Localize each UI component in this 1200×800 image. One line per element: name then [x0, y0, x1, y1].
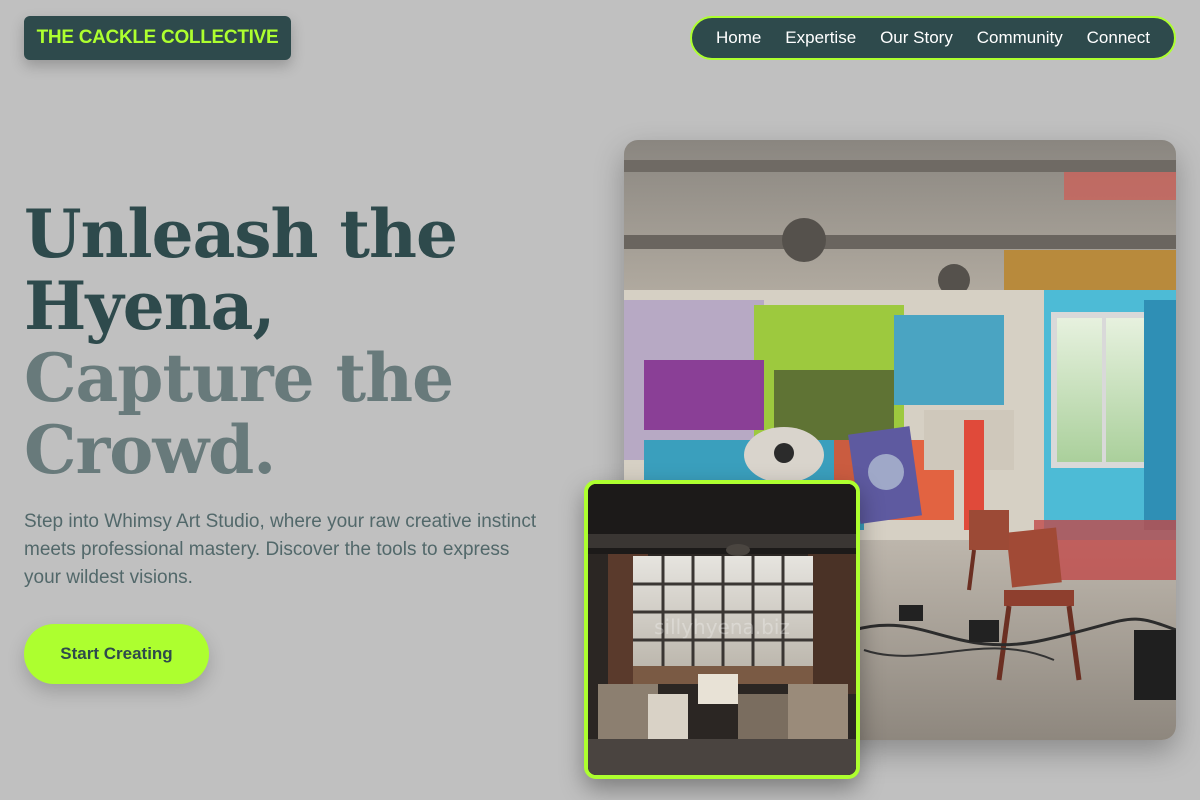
hero-headline: Unleash the Hyena, Capture the Crowd.	[24, 195, 458, 489]
nav-item-our-story[interactable]: Our Story	[880, 28, 953, 48]
headline-line-4: Crowd.	[24, 411, 276, 489]
nav-item-connect[interactable]: Connect	[1087, 28, 1150, 48]
warehouse-photo: sillyhyena.biz	[584, 480, 860, 779]
headline-line-3: Capture the	[24, 339, 454, 417]
hero-description: Step into Whimsy Art Studio, where your …	[24, 511, 537, 588]
watermark-text: sillyhyena.biz	[654, 615, 790, 639]
nav-item-home[interactable]: Home	[716, 28, 761, 48]
headline-line-1: Unleash the	[24, 195, 458, 273]
headline-line-2: Hyena,	[24, 267, 275, 345]
warehouse-illustration: sillyhyena.biz	[588, 484, 856, 775]
main-nav: Home Expertise Our Story Community Conne…	[690, 16, 1176, 60]
nav-item-expertise[interactable]: Expertise	[785, 28, 856, 48]
nav-item-community[interactable]: Community	[977, 28, 1063, 48]
brand-logo[interactable]: THE CACKLE COLLECTIVE	[24, 16, 291, 60]
start-creating-button[interactable]: Start Creating	[24, 624, 209, 684]
